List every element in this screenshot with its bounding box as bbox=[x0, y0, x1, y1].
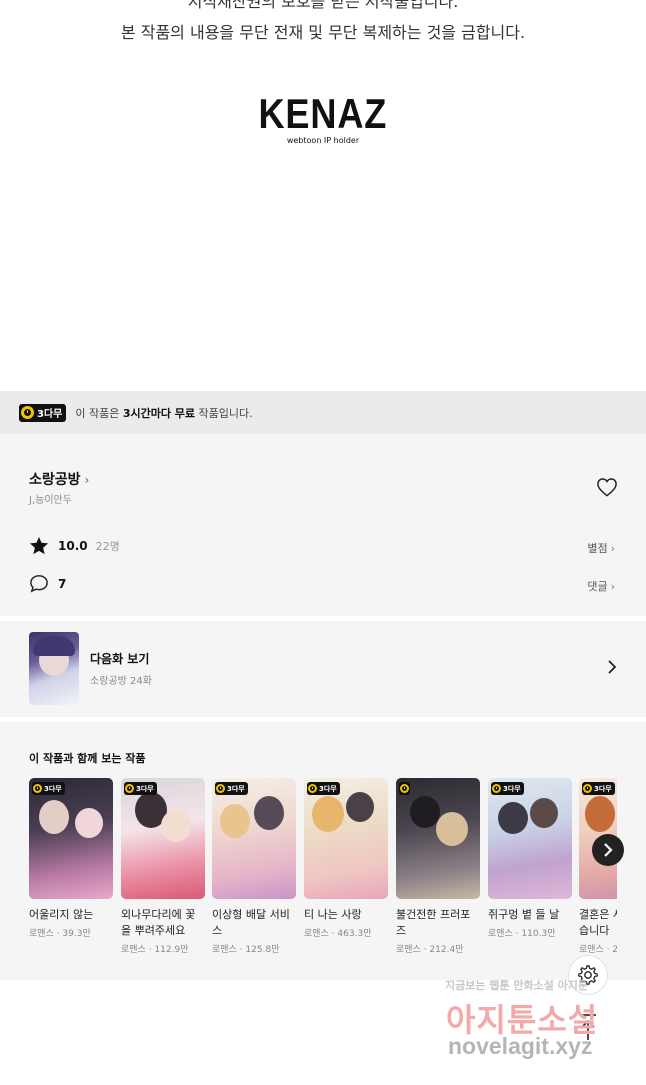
comment-bubble-icon bbox=[30, 575, 48, 593]
comment-row: 7 bbox=[29, 574, 66, 593]
wait-free-badge: 3다무 bbox=[215, 782, 248, 795]
wait-free-badge: 3다무 bbox=[582, 782, 615, 795]
rating-link[interactable]: 별점 › bbox=[587, 540, 615, 556]
clock-icon bbox=[21, 406, 34, 419]
recommendation-cover bbox=[396, 778, 480, 899]
work-title-link[interactable]: 소랑공방 › bbox=[29, 469, 89, 489]
free-info-text: 이 작품은 3시간마다 무료 작품입니다. bbox=[75, 405, 252, 421]
chevron-right-icon bbox=[608, 660, 617, 674]
wait-free-badge-icon-only bbox=[399, 782, 410, 795]
recommendation-name: 이상형 배달 서비스 bbox=[212, 908, 290, 937]
free-info-bar: 3다무 이 작품은 3시간마다 무료 작품입니다. bbox=[0, 391, 646, 434]
recommendation-name: 쥐구멍 볕 들 날 bbox=[488, 908, 560, 921]
logo-subtitle: webtoon IP holder bbox=[286, 136, 360, 145]
chevron-right-icon bbox=[604, 843, 613, 857]
recommendation-meta: 로맨스 · 110.3만 bbox=[488, 929, 556, 939]
rating-score: 10.0 bbox=[58, 538, 88, 553]
recommendation-cover: 3다무 bbox=[29, 778, 113, 899]
recommendation-meta: 로맨스 · 463.3만 bbox=[304, 929, 372, 939]
chevron-right-icon: › bbox=[84, 473, 90, 487]
recommendation-cover: 3다무 bbox=[488, 778, 572, 899]
clock-icon bbox=[125, 784, 134, 793]
recommendation-item[interactable]: 3다무 이상형 배달 서비스 로맨스 · 125.8만 bbox=[212, 778, 296, 955]
clock-icon bbox=[583, 784, 592, 793]
next-episode-thumbnail bbox=[29, 632, 79, 705]
wait-free-badge: 3다무 bbox=[307, 782, 340, 795]
clock-icon bbox=[33, 784, 42, 793]
rating-link-label: 별점 bbox=[587, 542, 608, 555]
publisher-logo: KENAZ webtoon IP holder bbox=[0, 90, 646, 146]
recommendation-meta: 로맨스 · 2 bbox=[579, 945, 617, 955]
wait-free-badge-label: 3다무 bbox=[44, 784, 62, 793]
recommendation-item[interactable]: 3다무 외나무다리에 꽃을 뿌려주세요 로맨스 · 112.9만 bbox=[121, 778, 205, 955]
clock-icon bbox=[400, 784, 409, 793]
wait-free-badge-label: 3다무 bbox=[37, 409, 63, 420]
wait-free-badge-label: 3다무 bbox=[227, 784, 245, 793]
gear-icon bbox=[578, 965, 598, 985]
free-info-bold: 3시간마다 무료 bbox=[122, 406, 196, 420]
recommendation-cover: 3다무 bbox=[212, 778, 296, 899]
recommendation-cover: 3다무 bbox=[304, 778, 388, 899]
clock-icon bbox=[492, 784, 501, 793]
logo-mark: KENAZ bbox=[258, 90, 388, 137]
copyright-line-1: 지식재산권의 보호를 받는 저작물입니다. bbox=[187, 0, 459, 11]
chevron-right-icon: › bbox=[610, 580, 615, 593]
next-episode-label: 다음화 보기 bbox=[90, 652, 150, 666]
recommendation-item[interactable]: 3다무 티 나는 사랑 로맨스 · 463.3만 bbox=[304, 778, 388, 939]
recommendation-cover: 3다무 bbox=[121, 778, 205, 899]
recommendation-list: 3다무 어울리지 않는 로맨스 · 39.3만 3다무 외나무다리에 꽃을 뿌려… bbox=[29, 778, 617, 968]
wait-free-badge: 3다무 bbox=[124, 782, 157, 795]
free-info-prefix: 이 작품은 bbox=[75, 406, 123, 420]
recommendation-item[interactable]: 3다무 쥐구멍 볕 들 날 로맨스 · 110.3만 bbox=[488, 778, 572, 939]
next-episode-card[interactable]: 다음화 보기 소랑공방 24화 bbox=[0, 621, 646, 717]
recommendation-name: 외나무다리에 꽃을 뿌려주세요 bbox=[121, 908, 196, 937]
recommendation-item[interactable]: 3다무 어울리지 않는 로맨스 · 39.3만 bbox=[29, 778, 113, 939]
recommendation-meta: 로맨스 · 39.3만 bbox=[29, 929, 91, 939]
wait-free-badge: 3다무 bbox=[491, 782, 524, 795]
wait-free-badge-label: 3다무 bbox=[136, 784, 154, 793]
recommendation-item[interactable]: 3다무 결혼은 사양하겠습니다 로맨스 · 2 bbox=[579, 778, 617, 955]
recommendation-title: 이 작품과 함께 보는 작품 bbox=[29, 752, 146, 765]
recommendation-name: 불건전한 프러포즈 bbox=[396, 908, 471, 937]
recommendation-name: 어울리지 않는 bbox=[29, 908, 94, 921]
wait-free-badge: 3다무 bbox=[32, 782, 65, 795]
recommendation-section: 이 작품과 함께 보는 작품 3다무 어울리지 않는 로맨스 · 39.3만 3… bbox=[0, 722, 646, 980]
wait-free-badge: 3다무 bbox=[19, 403, 67, 422]
clock-icon bbox=[216, 784, 225, 793]
recommendation-name: 결혼은 사양하겠습니다 bbox=[579, 908, 617, 937]
recommendation-name: 티 나는 사랑 bbox=[304, 908, 362, 921]
rating-row: 10.0 22명 bbox=[29, 536, 120, 555]
comment-link-label: 댓글 bbox=[587, 580, 608, 593]
carousel-next-button[interactable] bbox=[592, 834, 624, 866]
wait-free-badge-label: 3다무 bbox=[319, 784, 337, 793]
work-title: 소랑공방 bbox=[29, 472, 81, 488]
recommendation-item[interactable]: 불건전한 프러포즈 로맨스 · 212.4만 bbox=[396, 778, 480, 955]
free-info-suffix: 작품입니다. bbox=[195, 406, 253, 420]
next-episode-subtitle: 소랑공방 24화 bbox=[90, 676, 152, 687]
heart-icon[interactable] bbox=[596, 477, 618, 497]
copyright-line-2: 본 작품의 내용을 무단 전재 및 무단 복제하는 것을 금합니다. bbox=[120, 23, 526, 42]
comment-count: 7 bbox=[58, 576, 67, 591]
recommendation-meta: 로맨스 · 112.9만 bbox=[121, 945, 189, 955]
wait-free-badge-label: 3다무 bbox=[594, 784, 612, 793]
wait-free-badge-label: 3다무 bbox=[503, 784, 521, 793]
clock-icon bbox=[308, 784, 317, 793]
recommendation-meta: 로맨스 · 125.8만 bbox=[212, 945, 280, 955]
chevron-right-icon: › bbox=[610, 542, 615, 555]
work-info-section: 소랑공방 › J,능이만두 10.0 22명 별점 › 7 댓글 › bbox=[0, 434, 646, 616]
rating-count: 22명 bbox=[95, 539, 120, 553]
settings-button[interactable] bbox=[568, 955, 608, 995]
watermark-line-3: novelagit.xyz bbox=[448, 1033, 593, 1059]
recommendation-meta: 로맨스 · 212.4만 bbox=[396, 945, 464, 955]
comment-link[interactable]: 댓글 › bbox=[587, 578, 615, 594]
work-authors: J,능이만두 bbox=[29, 495, 72, 506]
star-icon bbox=[29, 536, 49, 555]
scroll-top-icon[interactable] bbox=[575, 1012, 601, 1042]
